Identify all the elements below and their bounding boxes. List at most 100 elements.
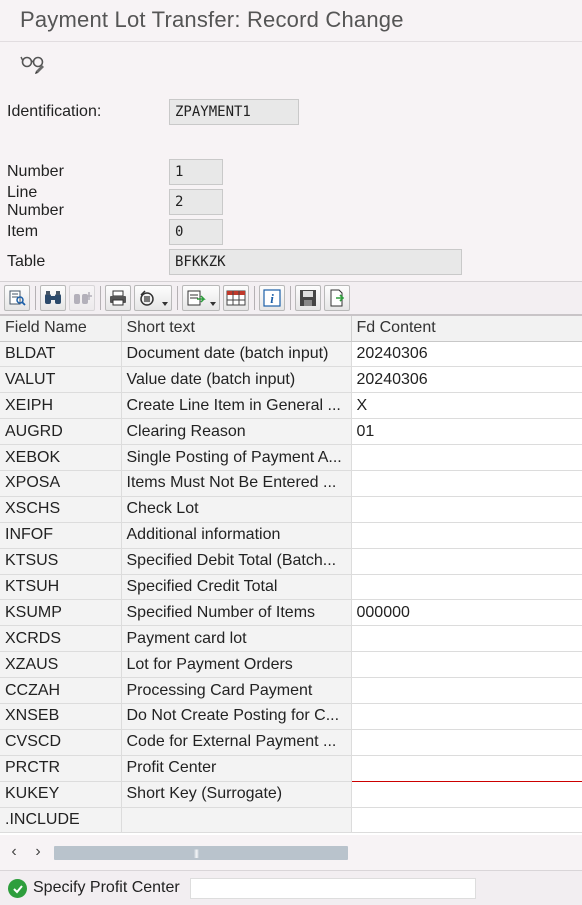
- horizontal-scrollbar[interactable]: ‹ › |||: [0, 838, 582, 866]
- cell-fd-content[interactable]: [351, 807, 582, 834]
- table-row[interactable]: CCZAH Processing Card Payment: [0, 677, 582, 704]
- export-menu-button[interactable]: [134, 285, 172, 311]
- cell-short-text: Do Not Create Posting for C...: [121, 703, 352, 730]
- column-header-short-text[interactable]: Short text: [121, 316, 352, 342]
- cell-fd-content[interactable]: [351, 496, 582, 523]
- grid-layout-icon: [226, 290, 246, 306]
- chevron-down-icon: [210, 302, 216, 306]
- cell-short-text: Create Line Item in General ...: [121, 392, 352, 420]
- cell-field-name: XCRDS: [0, 625, 122, 653]
- profit-center-input[interactable]: [350, 755, 582, 782]
- svg-text:i: i: [270, 291, 274, 306]
- title-bar: Payment Lot Transfer: Record Change: [0, 0, 582, 42]
- details-button[interactable]: [4, 285, 30, 311]
- item-field[interactable]: 0: [169, 219, 223, 245]
- toolbar-separator: [290, 286, 291, 310]
- cell-fd-content[interactable]: [351, 781, 582, 808]
- cell-short-text: Specified Debit Total (Batch...: [121, 548, 352, 575]
- cell-field-name: KUKEY: [0, 781, 122, 808]
- save-button[interactable]: [295, 285, 321, 311]
- find-button[interactable]: [40, 285, 66, 311]
- toolbar-separator: [35, 286, 36, 310]
- cell-short-text: Code for External Payment ...: [121, 729, 352, 756]
- cell-fd-content[interactable]: [351, 470, 582, 497]
- cell-short-text: Additional information: [121, 522, 352, 549]
- identification-field[interactable]: ZPAYMENT1: [169, 99, 299, 125]
- change-layout-button[interactable]: [223, 285, 249, 311]
- status-bar: Specify Profit Center: [0, 870, 582, 905]
- chevron-down-icon: [162, 302, 168, 306]
- cell-field-name: XSCHS: [0, 496, 122, 523]
- cell-field-name: BLDAT: [0, 341, 122, 368]
- cell-short-text: Specified Credit Total: [121, 574, 352, 601]
- column-header-fd-content[interactable]: Fd Content: [351, 316, 582, 342]
- cell-fd-content[interactable]: [351, 548, 582, 575]
- cell-fd-content[interactable]: [351, 574, 582, 601]
- table-row[interactable]: XCRDS Payment card lot: [0, 625, 582, 653]
- cell-fd-content[interactable]: [351, 522, 582, 549]
- status-message[interactable]: Specify Profit Center: [33, 879, 180, 897]
- export-file-button[interactable]: [324, 285, 350, 311]
- table-field[interactable]: BFKKZK: [169, 249, 462, 275]
- display-change-button[interactable]: [18, 50, 48, 78]
- number-field[interactable]: 1: [169, 159, 223, 185]
- cell-field-name: XPOSA: [0, 470, 122, 497]
- print-button[interactable]: [105, 285, 131, 311]
- views-menu-button[interactable]: [182, 285, 220, 311]
- cell-fd-content[interactable]: [351, 651, 582, 679]
- cell-short-text: Check Lot: [121, 496, 352, 523]
- cell-fd-content[interactable]: 000000: [351, 599, 582, 627]
- detail-icon: [9, 290, 26, 306]
- identification-label: Identification:: [7, 103, 102, 120]
- table-row[interactable]: XEIPH Create Line Item in General ... X: [0, 392, 582, 420]
- table-row[interactable]: XPOSA Items Must Not Be Entered ...: [0, 470, 582, 497]
- table-row[interactable]: KUKEY Short Key (Surrogate): [0, 781, 582, 808]
- table-row[interactable]: INFOF Additional information: [0, 522, 582, 549]
- cell-field-name: XNSEB: [0, 703, 122, 730]
- cell-field-name: PRCTR: [0, 755, 122, 782]
- table-row[interactable]: CVSCD Code for External Payment ...: [0, 729, 582, 756]
- print-icon: [110, 290, 126, 306]
- column-header-field-name[interactable]: Field Name: [0, 316, 122, 342]
- table-row[interactable]: XEBOK Single Posting of Payment A...: [0, 444, 582, 471]
- table-row[interactable]: XNSEB Do Not Create Posting for C...: [0, 703, 582, 730]
- table-row[interactable]: KTSUS Specified Debit Total (Batch...: [0, 548, 582, 575]
- line-number-field[interactable]: 2: [169, 189, 223, 215]
- cell-fd-content[interactable]: 20240306: [351, 341, 582, 368]
- cell-fd-content[interactable]: X: [351, 392, 582, 420]
- cell-field-name: CCZAH: [0, 677, 122, 704]
- table-row[interactable]: AUGRD Clearing Reason 01: [0, 418, 582, 446]
- layout-icon: [187, 290, 206, 306]
- cell-fd-content[interactable]: [351, 677, 582, 704]
- find-next-button[interactable]: [69, 285, 95, 311]
- cell-fd-content[interactable]: [351, 729, 582, 756]
- scroll-right-icon[interactable]: ›: [30, 843, 46, 861]
- table-row[interactable]: VALUT Value date (batch input) 20240306: [0, 366, 582, 394]
- scrollbar-thumb[interactable]: |||: [54, 846, 348, 860]
- toolbar-separator: [177, 286, 178, 310]
- cell-short-text: Clearing Reason: [121, 418, 352, 446]
- cell-fd-content[interactable]: 01: [351, 418, 582, 446]
- table-row[interactable]: XZAUS Lot for Payment Orders: [0, 651, 582, 679]
- cell-fd-content[interactable]: [351, 444, 582, 471]
- cell-short-text: Profit Center: [121, 755, 352, 782]
- display-glasses-icon: [20, 56, 44, 74]
- page-title: Payment Lot Transfer: Record Change: [20, 7, 404, 32]
- cell-field-name: KTSUS: [0, 548, 122, 575]
- table-row[interactable]: XSCHS Check Lot: [0, 496, 582, 523]
- cell-field-name: KTSUH: [0, 574, 122, 601]
- info-icon: i: [263, 289, 281, 307]
- cell-field-name: KSUMP: [0, 599, 122, 627]
- information-button[interactable]: i: [259, 285, 285, 311]
- table-row[interactable]: PRCTR Profit Center: [0, 755, 582, 782]
- cell-fd-content[interactable]: 20240306: [351, 366, 582, 394]
- line-number-label: Line Number: [7, 184, 64, 219]
- table-row[interactable]: KSUMP Specified Number of Items 000000: [0, 599, 582, 627]
- table-row[interactable]: KTSUH Specified Credit Total: [0, 574, 582, 601]
- cell-fd-content[interactable]: [351, 703, 582, 730]
- table-row[interactable]: .INCLUDE: [0, 807, 582, 834]
- table-row[interactable]: BLDAT Document date (batch input) 20240306: [0, 341, 582, 368]
- scroll-left-icon[interactable]: ‹: [6, 843, 22, 861]
- table-label: Table: [7, 253, 46, 270]
- cell-fd-content[interactable]: [351, 625, 582, 653]
